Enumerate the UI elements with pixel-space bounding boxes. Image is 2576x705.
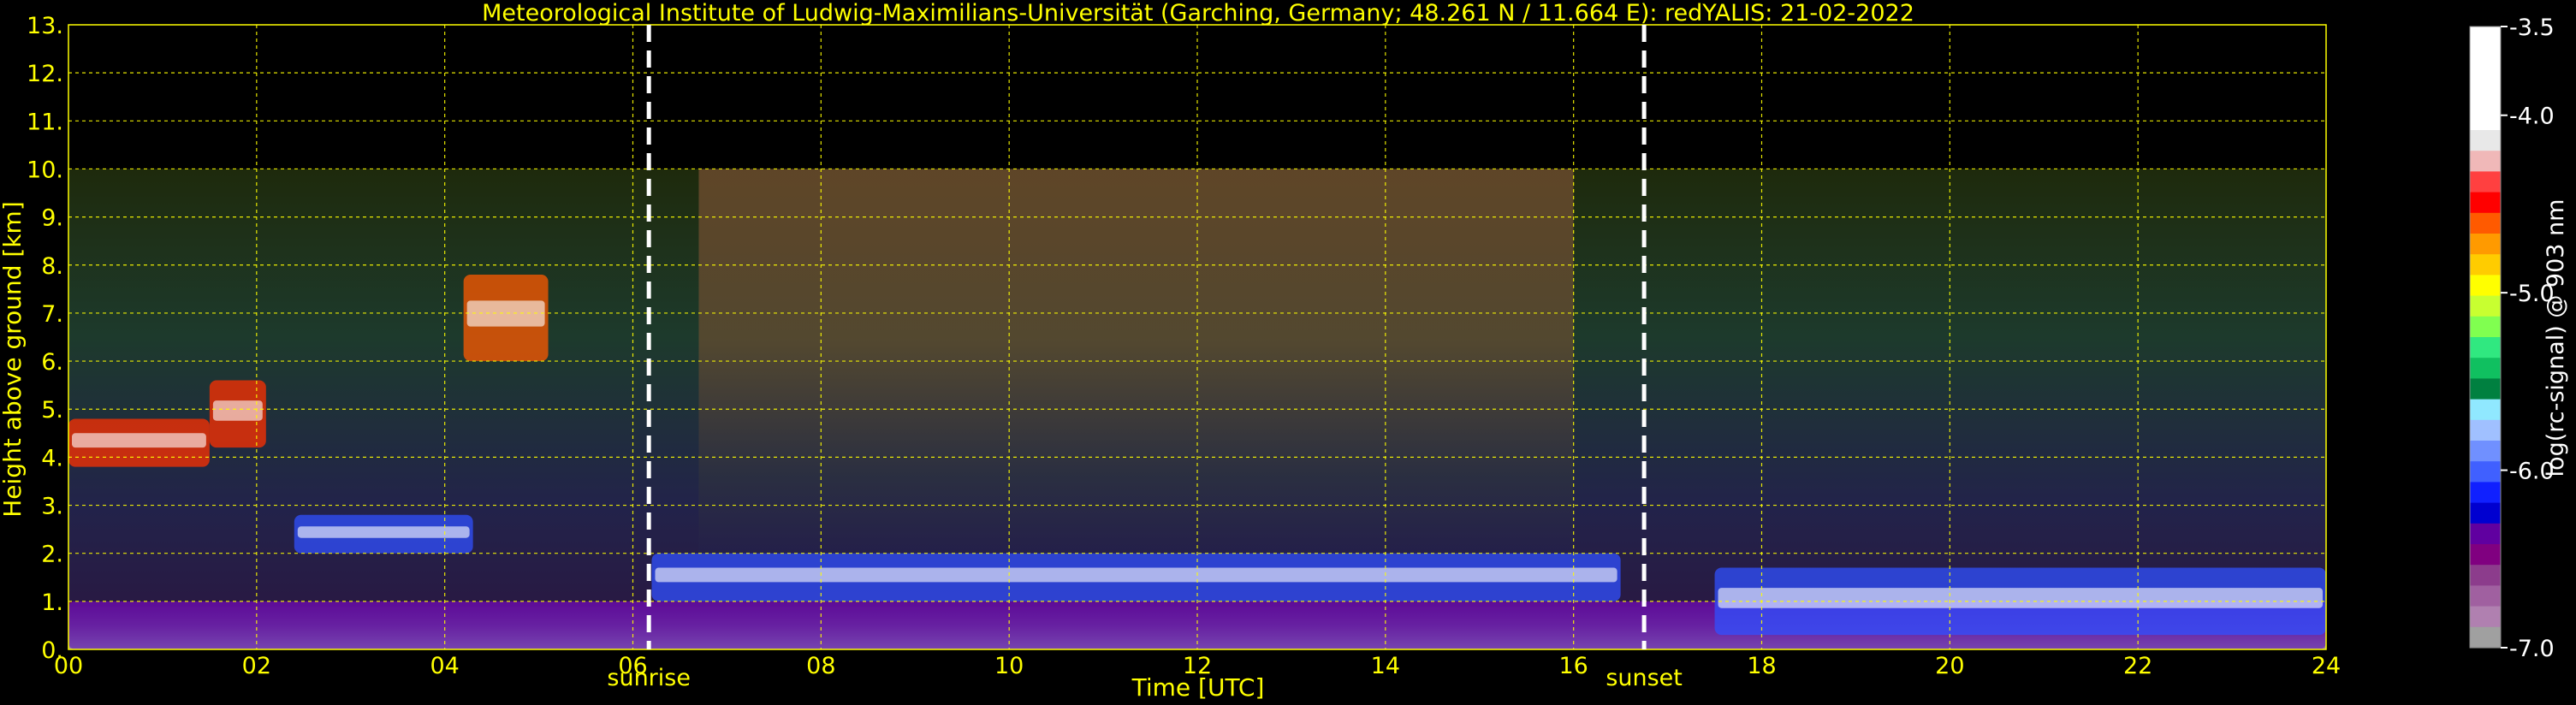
colorbar-segment (2470, 441, 2501, 462)
x-axis-label: Time [UTC] (1131, 673, 1265, 702)
colorbar-segment (2470, 130, 2501, 151)
y-tick-label: 6. (41, 349, 63, 376)
x-tick-label: 20 (1935, 653, 1964, 679)
layer-core-3 (466, 300, 545, 327)
y-tick-label: 10. (27, 157, 63, 183)
colorbar-segment (2470, 585, 2501, 607)
colorbar-segment (2470, 565, 2501, 586)
colorbar-tick-label: -3.5 (2509, 15, 2555, 41)
layer-core-2 (212, 400, 263, 421)
colorbar-segment (2470, 419, 2501, 441)
layer-core-6 (1718, 588, 2323, 608)
y-tick-label: 3. (41, 494, 63, 520)
colorbar-segment (2470, 502, 2501, 524)
y-tick-label: 7. (41, 301, 63, 328)
x-tick-label: 08 (806, 653, 835, 679)
chart-title: Meteorological Institute of Ludwig-Maxim… (482, 0, 1914, 27)
colorbar-segment (2470, 171, 2501, 193)
layer-core-1 (72, 433, 206, 448)
colorbar-segment (2470, 192, 2501, 214)
colorbar-segment (2470, 47, 2501, 68)
colorbar-segment (2470, 254, 2501, 275)
y-tick-label: 9. (41, 205, 63, 232)
colorbar-segment (2470, 378, 2501, 400)
x-tick-label: 10 (994, 653, 1024, 679)
colorbar-segment (2470, 316, 2501, 338)
lidar-figure: sunrise sunset 0.1.2.3.4.5.6.7.8.9.10.11.… (0, 0, 2576, 705)
colorbar-segment (2470, 399, 2501, 421)
x-tick-label: 02 (242, 653, 271, 679)
sunset-label: sunset (1606, 665, 1683, 691)
colorbar-label: log(rc-signal) @ 903 nm (2543, 199, 2569, 477)
colorbar-segment (2470, 523, 2501, 545)
x-tick-label: 24 (2312, 653, 2341, 679)
x-tick-label: 06 (618, 653, 647, 679)
colorbar (2469, 26, 2502, 649)
colorbar-segment (2470, 482, 2501, 504)
colorbar-tick-label: -7.0 (2509, 636, 2555, 662)
colorbar-segment (2470, 295, 2501, 317)
y-tick-label: 12. (27, 61, 63, 87)
y-tick-label: 11. (27, 109, 63, 135)
colorbar-segment (2470, 337, 2501, 358)
y-tick-label: 8. (41, 253, 63, 280)
x-tick-label: 22 (2123, 653, 2152, 679)
y-tick-label: 1. (41, 589, 63, 616)
colorbar-segment (2470, 461, 2501, 483)
y-tick-label: 13. (27, 13, 63, 39)
colorbar-segment (2470, 88, 2501, 110)
colorbar-tick-label: -4.0 (2509, 104, 2555, 130)
colorbar-segment (2470, 68, 2501, 90)
colorbar-segment (2470, 358, 2501, 379)
x-tick-label: 18 (1747, 653, 1776, 679)
colorbar-segment (2470, 606, 2501, 628)
colorbar-segment (2470, 151, 2501, 172)
y-tick-label: 4. (41, 445, 63, 471)
colorbar-segment (2470, 275, 2501, 297)
colorbar-segment (2470, 212, 2501, 234)
y-axis-label: Height above ground [km] (0, 201, 27, 518)
x-tick-label: 04 (430, 653, 459, 679)
y-tick-label: 5. (41, 397, 63, 424)
x-tick-label: 16 (1558, 653, 1588, 679)
colorbar-segment (2470, 544, 2501, 566)
x-tick-label: 00 (54, 653, 83, 679)
layer-core-5 (655, 567, 1617, 583)
colorbar-segment (2470, 27, 2501, 48)
colorbar-segment (2470, 234, 2501, 255)
colorbar-segment (2470, 109, 2501, 131)
x-tick-label: 14 (1371, 653, 1400, 679)
layer-core-4 (297, 526, 470, 538)
colorbar-segment (2470, 626, 2501, 649)
y-tick-label: 2. (41, 542, 63, 568)
